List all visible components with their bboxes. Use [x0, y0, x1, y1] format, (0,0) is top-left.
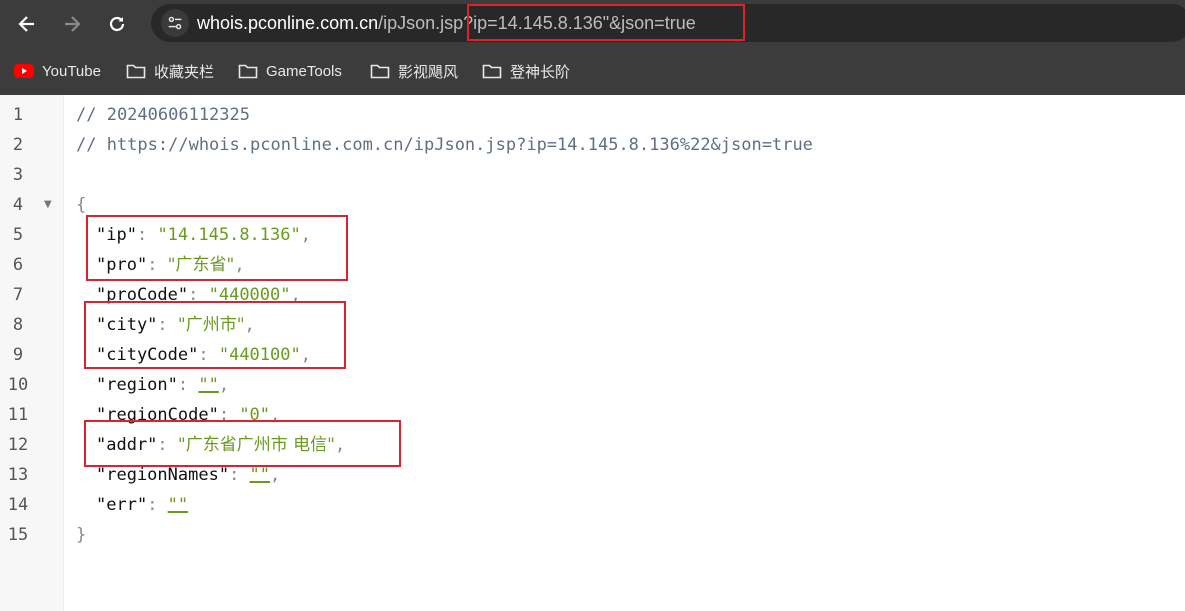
highlight-box-addr [84, 420, 401, 467]
url-query-highlight-box [467, 4, 745, 41]
bookmark-label: 影视飓风 [398, 63, 459, 81]
folder-icon [238, 64, 258, 79]
line-number: 1 [12, 105, 24, 125]
line-number: 6 [12, 255, 24, 275]
line-number: 5 [12, 225, 24, 245]
bookmark-label: YouTube [42, 62, 101, 80]
forward-button[interactable] [57, 9, 87, 39]
json-value: "" [167, 495, 189, 515]
url-host: whois.pconline.com.cn [197, 13, 379, 33]
json-key: "region" [96, 375, 178, 395]
comment-timestamp: // 20240606112325 [76, 105, 250, 125]
line-number: 12 [7, 435, 29, 455]
comment-url: // https://whois.pconline.com.cn/ipJson.… [76, 135, 813, 155]
json-value: "" [249, 465, 271, 485]
line-number: 10 [7, 375, 29, 395]
folder-icon [370, 64, 390, 79]
line-number: 9 [12, 345, 24, 365]
bookmark-label: 收藏夹栏 [154, 63, 215, 81]
line-number: 2 [12, 135, 24, 155]
bookmark-folder-favorites[interactable]: 收藏夹栏 [126, 60, 214, 82]
youtube-icon [14, 64, 34, 78]
bookmark-folder-ascension[interactable]: 登神长阶 [482, 60, 570, 82]
json-field-err: "err": "" [96, 495, 189, 515]
highlight-box-city [84, 301, 346, 369]
arrow-right-icon [65, 16, 81, 32]
line-number: 11 [7, 405, 29, 425]
json-field-region: "region": "", [96, 375, 230, 395]
tune-icon [168, 16, 182, 30]
bookmark-label: GameTools [266, 62, 342, 80]
back-button[interactable] [12, 9, 42, 39]
line-number: 3 [12, 165, 24, 185]
browser-toolbar: whois.pconline.com.cn/ipJson.jsp?ip=14.1… [0, 0, 1185, 47]
line-number: 8 [12, 315, 24, 335]
folder-icon [126, 64, 146, 79]
json-value: "" [198, 375, 219, 395]
open-brace: { [76, 195, 87, 215]
close-brace: } [76, 525, 87, 545]
bookmark-youtube[interactable]: YouTube [14, 60, 101, 82]
line-number: 15 [7, 525, 29, 545]
highlight-box-ip-pro [86, 215, 348, 281]
folder-icon [482, 64, 502, 79]
json-key: "regionNames" [96, 465, 230, 485]
reload-button[interactable] [102, 9, 132, 39]
reload-icon [109, 16, 125, 32]
line-number: 4 [12, 195, 24, 215]
bookmark-folder-mediastorm[interactable]: 影视飓风 [370, 60, 458, 82]
site-info-button[interactable] [161, 9, 189, 37]
fold-toggle-icon[interactable]: ▼ [44, 190, 52, 220]
arrow-left-icon [18, 16, 34, 32]
json-key: "err" [96, 495, 148, 515]
line-number-gutter: 1 2 3 4 ▼ 5 6 7 8 9 10 11 12 13 14 15 [0, 95, 64, 611]
bookmark-folder-gametools[interactable]: GameTools [238, 60, 342, 82]
line-number: 7 [12, 285, 24, 305]
line-number: 14 [7, 495, 29, 515]
bookmark-label: 登神长阶 [510, 63, 571, 81]
line-number: 13 [7, 465, 29, 485]
bookmarks-bar: YouTube 收藏夹栏 GameTools 影视飓风 登神长阶 [0, 47, 1185, 95]
